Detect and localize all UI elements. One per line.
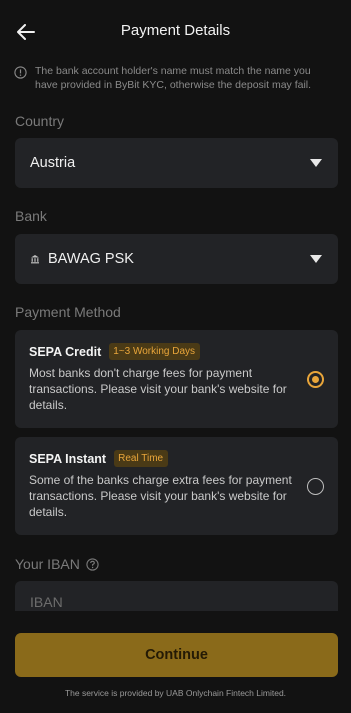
- notice-text: The bank account holder's name must matc…: [35, 65, 312, 91]
- option-description: Some of the banks charge extra fees for …: [29, 473, 292, 519]
- info-icon: [14, 66, 27, 79]
- provider-footer: The service is provided by UAB Onlychain…: [64, 688, 287, 698]
- radio-selected[interactable]: [307, 371, 324, 388]
- page-title: Payment Details: [120, 22, 231, 39]
- iban-label-text: Your IBAN: [15, 556, 80, 572]
- iban-label: Your IBAN: [15, 556, 99, 572]
- payment-option-sepa-instant[interactable]: SEPA Instant Real Time Some of the banks…: [15, 437, 338, 535]
- caret-down-icon: [310, 159, 322, 167]
- option-name: SEPA Instant: [29, 451, 107, 466]
- bank-label: Bank: [15, 208, 47, 224]
- kyc-notice: The bank account holder's name must matc…: [14, 65, 336, 92]
- payment-option-sepa-credit[interactable]: SEPA Credit 1~3 Working Days Most banks …: [15, 330, 338, 428]
- bank-icon: [31, 255, 39, 264]
- country-select[interactable]: Austria: [15, 138, 338, 188]
- option-name: SEPA Credit: [29, 344, 102, 359]
- country-value: Austria: [30, 155, 76, 171]
- caret-down-icon: [310, 255, 322, 263]
- bank-select[interactable]: BAWAG PSK: [15, 234, 338, 284]
- option-description: Most banks don't charge fees for payment…: [29, 366, 287, 412]
- option-badge: 1~3 Working Days: [109, 343, 201, 360]
- payment-method-label: Payment Method: [15, 304, 121, 320]
- header: Payment Details: [0, 0, 351, 64]
- help-icon[interactable]: [86, 557, 99, 571]
- radio-unselected[interactable]: [307, 478, 324, 495]
- iban-input[interactable]: [15, 581, 338, 611]
- country-label: Country: [15, 113, 65, 129]
- continue-button[interactable]: Continue: [15, 633, 338, 677]
- bank-value: BAWAG PSK: [48, 251, 134, 267]
- option-badge: Real Time: [114, 450, 169, 467]
